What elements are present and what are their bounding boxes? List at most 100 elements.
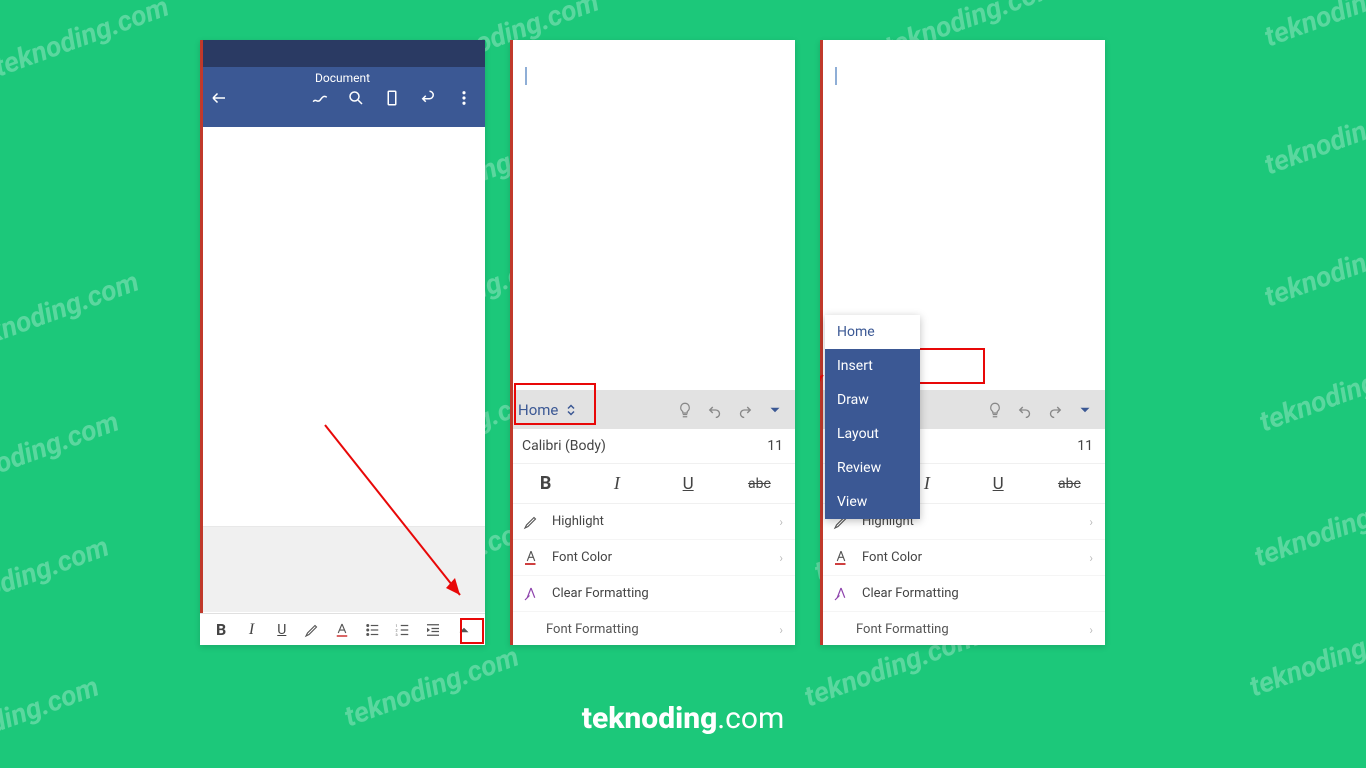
- font-color-row[interactable]: Font Color ›: [820, 540, 1105, 576]
- collapse-ribbon-button[interactable]: [1073, 401, 1097, 419]
- font-name: Calibri (Body): [522, 438, 606, 454]
- watermark: teknoding.com: [0, 405, 123, 499]
- brand-footer: teknoding.com: [0, 701, 1366, 736]
- clear-formatting-icon: [522, 585, 540, 603]
- underline-button[interactable]: U: [978, 474, 1018, 494]
- bullet-list-button[interactable]: [362, 619, 384, 641]
- dropdown-item-home[interactable]: Home: [825, 315, 920, 349]
- font-formatting-label: Font Formatting: [856, 622, 949, 637]
- chevron-right-icon: ›: [779, 515, 783, 529]
- italic-button[interactable]: I: [597, 473, 637, 494]
- screenshot-1: Document B I U 123: [200, 40, 485, 645]
- bold-button[interactable]: B: [526, 473, 566, 494]
- font-color-icon: [832, 549, 850, 567]
- tell-me-button[interactable]: [673, 401, 697, 419]
- font-size: 11: [767, 438, 783, 454]
- lightbulb-icon: [676, 401, 694, 419]
- underline-button[interactable]: U: [271, 619, 293, 641]
- font-color-icon: [333, 621, 351, 639]
- more-button[interactable]: [455, 89, 473, 111]
- clear-formatting-row[interactable]: Clear Formatting: [510, 576, 795, 612]
- bullet-list-icon: [364, 621, 382, 639]
- undo-icon: [1016, 401, 1034, 419]
- document-title: Document: [200, 67, 485, 85]
- undo-icon: [419, 89, 437, 107]
- font-size: 11: [1077, 438, 1093, 454]
- chevron-right-icon: ›: [1089, 551, 1093, 565]
- font-formatting-label: Font Formatting: [546, 622, 639, 637]
- strikethrough-button[interactable]: abc: [739, 476, 779, 492]
- chevron-right-icon: ›: [779, 551, 783, 565]
- highlight-label: Highlight: [552, 514, 604, 529]
- collapse-ribbon-button[interactable]: [763, 401, 787, 419]
- clear-formatting-row[interactable]: Clear Formatting: [820, 576, 1105, 612]
- underline-button[interactable]: U: [668, 474, 708, 494]
- svg-text:2: 2: [396, 628, 398, 632]
- app-header: Document: [200, 67, 485, 127]
- dropdown-item-view[interactable]: View: [825, 485, 920, 519]
- watermark: teknoding.com: [0, 530, 113, 624]
- redo-button[interactable]: [733, 401, 757, 419]
- font-color-icon: [522, 549, 540, 567]
- clear-formatting-label: Clear Formatting: [552, 586, 649, 601]
- tell-me-button[interactable]: [983, 401, 1007, 419]
- mobile-view-icon: [383, 89, 401, 107]
- numbered-list-icon: 123: [394, 621, 412, 639]
- watermark: teknoding.com: [1260, 220, 1366, 314]
- redo-button[interactable]: [1043, 401, 1067, 419]
- italic-button[interactable]: I: [240, 619, 262, 641]
- annotation-box: [514, 383, 596, 425]
- brand-bold: teknoding: [582, 701, 718, 736]
- indent-icon: [424, 621, 442, 639]
- draw-icon: [311, 89, 329, 107]
- back-arrow-icon: [210, 89, 228, 107]
- dropdown-item-insert[interactable]: Insert: [825, 349, 920, 383]
- phone-edge: [200, 40, 203, 645]
- annotation-box: [460, 618, 484, 644]
- undo-button[interactable]: [1013, 401, 1037, 419]
- undo-button[interactable]: [419, 89, 437, 111]
- font-color-row[interactable]: Font Color ›: [510, 540, 795, 576]
- screenshot-3: 11 I U abc Highlight › Font Color › Clea…: [820, 40, 1105, 645]
- font-color-label: Font Color: [552, 550, 612, 565]
- phone-edge: [820, 40, 823, 645]
- more-vertical-icon: [455, 89, 473, 107]
- draw-button[interactable]: [311, 89, 329, 111]
- font-formatting-row[interactable]: Font Formatting ›: [510, 612, 795, 645]
- watermark: teknoding.com: [0, 0, 173, 83]
- dropdown-item-layout[interactable]: Layout: [825, 417, 920, 451]
- clear-formatting-label: Clear Formatting: [862, 586, 959, 601]
- strikethrough-button[interactable]: abc: [1049, 476, 1089, 492]
- font-selector-row[interactable]: Calibri (Body) 11: [510, 429, 795, 464]
- chevron-right-icon: ›: [1089, 515, 1093, 529]
- indent-button[interactable]: [422, 619, 444, 641]
- numbered-list-button[interactable]: 123: [392, 619, 414, 641]
- undo-icon: [706, 401, 724, 419]
- document-canvas[interactable]: [510, 40, 795, 390]
- clear-formatting-icon: [832, 585, 850, 603]
- chevron-right-icon: ›: [779, 623, 783, 637]
- brand-rest: .com: [717, 701, 784, 736]
- mobile-view-button[interactable]: [383, 89, 401, 111]
- search-icon: [347, 89, 365, 107]
- font-color-button[interactable]: [331, 619, 353, 641]
- bold-button[interactable]: B: [210, 619, 232, 641]
- phone-edge: [510, 40, 513, 645]
- dropdown-item-draw[interactable]: Draw: [825, 383, 920, 417]
- highlight-icon: [522, 513, 540, 531]
- font-formatting-row[interactable]: Font Formatting ›: [820, 612, 1105, 645]
- chevron-right-icon: ›: [1089, 623, 1093, 637]
- highlighter-button[interactable]: [301, 619, 323, 641]
- watermark: teknoding.com: [0, 265, 143, 359]
- watermark: teknoding.com: [1245, 610, 1366, 704]
- back-button[interactable]: [210, 89, 228, 111]
- screenshot-2: Home Calibri (Body) 11 B I U abc Highlig…: [510, 40, 795, 645]
- svg-text:3: 3: [396, 633, 398, 637]
- redo-icon: [1046, 401, 1064, 419]
- dropdown-item-review[interactable]: Review: [825, 451, 920, 485]
- highlighter-icon: [303, 621, 321, 639]
- font-color-label: Font Color: [862, 550, 922, 565]
- highlight-row[interactable]: Highlight ›: [510, 504, 795, 540]
- search-button[interactable]: [347, 89, 365, 111]
- undo-button[interactable]: [703, 401, 727, 419]
